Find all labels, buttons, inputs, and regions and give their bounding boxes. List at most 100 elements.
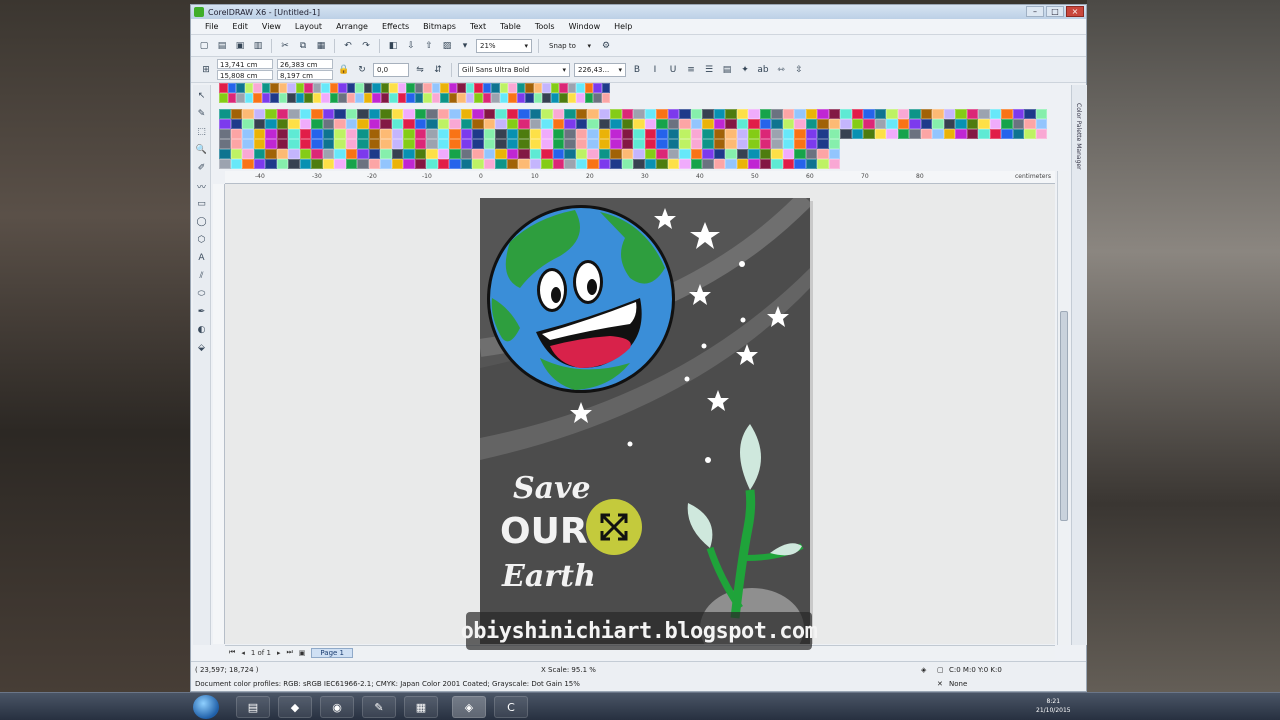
start-button[interactable] — [193, 695, 219, 719]
color-swatch[interactable] — [805, 149, 817, 159]
ellipse-tool-icon[interactable]: ◯ — [195, 215, 209, 229]
color-swatch[interactable] — [863, 109, 875, 119]
color-swatch[interactable] — [598, 109, 610, 119]
color-swatch[interactable] — [886, 129, 898, 139]
color-swatch[interactable] — [391, 139, 403, 149]
color-swatch[interactable] — [587, 109, 599, 119]
color-swatch[interactable] — [270, 83, 279, 93]
search-content-icon[interactable]: ◧ — [386, 39, 400, 53]
color-swatch[interactable] — [920, 129, 932, 139]
color-swatch[interactable] — [460, 109, 472, 119]
color-palette[interactable] — [219, 109, 1047, 139]
color-swatch[interactable] — [575, 129, 587, 139]
color-swatch[interactable] — [564, 119, 576, 129]
color-swatch[interactable] — [584, 83, 593, 93]
color-swatch[interactable] — [567, 93, 576, 103]
color-swatch[interactable] — [426, 129, 438, 139]
color-swatch[interactable] — [518, 149, 530, 159]
color-swatch[interactable] — [782, 109, 794, 119]
color-swatch[interactable] — [449, 149, 461, 159]
color-swatch[interactable] — [334, 129, 346, 139]
color-swatch[interactable] — [406, 83, 415, 93]
menu-table[interactable]: Table — [500, 22, 521, 31]
color-swatch[interactable] — [403, 109, 415, 119]
color-swatch[interactable] — [491, 83, 500, 93]
color-swatch[interactable] — [244, 93, 253, 103]
color-swatch[interactable] — [736, 129, 748, 139]
color-swatch[interactable] — [406, 93, 415, 103]
color-swatch[interactable] — [391, 159, 403, 169]
color-swatch[interactable] — [725, 149, 737, 159]
font-size-combo[interactable]: 226,43... ▾ — [574, 62, 626, 77]
color-swatch[interactable] — [782, 129, 794, 139]
color-swatch[interactable] — [828, 129, 840, 139]
color-swatch[interactable] — [805, 119, 817, 129]
copy-icon[interactable]: ⧉ — [296, 39, 310, 53]
color-swatch[interactable] — [575, 119, 587, 129]
menu-file[interactable]: File — [205, 22, 218, 31]
last-page-button[interactable]: ⏭ — [286, 648, 292, 657]
color-swatch[interactable] — [593, 83, 602, 93]
color-swatch[interactable] — [483, 129, 495, 139]
color-swatch[interactable] — [474, 93, 483, 103]
publish-pdf-icon[interactable]: ▨ — [440, 39, 454, 53]
color-swatch[interactable] — [966, 109, 978, 119]
color-swatch[interactable] — [380, 129, 392, 139]
color-swatch[interactable] — [368, 159, 380, 169]
bold-icon[interactable]: B — [630, 63, 644, 77]
color-swatch[interactable] — [311, 139, 323, 149]
color-swatch[interactable] — [782, 149, 794, 159]
outline-icon[interactable]: ✕ — [937, 680, 943, 688]
color-swatch[interactable] — [495, 149, 507, 159]
color-swatch[interactable] — [299, 149, 311, 159]
color-swatch[interactable] — [295, 83, 304, 93]
text-properties-icon[interactable]: ✦ — [738, 63, 752, 77]
color-swatch[interactable] — [495, 159, 507, 169]
color-swatch[interactable] — [345, 159, 357, 169]
color-swatch[interactable] — [449, 119, 461, 129]
color-swatch[interactable] — [414, 119, 426, 129]
color-swatch[interactable] — [828, 109, 840, 119]
color-swatch[interactable] — [529, 129, 541, 139]
color-swatch[interactable] — [295, 93, 304, 103]
color-swatch[interactable] — [541, 109, 553, 119]
color-swatch[interactable] — [426, 159, 438, 169]
color-swatch[interactable] — [227, 93, 236, 103]
color-swatch[interactable] — [457, 83, 466, 93]
color-swatch[interactable] — [508, 93, 517, 103]
color-swatch[interactable] — [276, 159, 288, 169]
color-swatch[interactable] — [423, 83, 432, 93]
horizontal-text-icon[interactable]: ⇿ — [774, 63, 788, 77]
color-swatch[interactable] — [575, 149, 587, 159]
color-swatch[interactable] — [391, 109, 403, 119]
color-swatch[interactable] — [713, 159, 725, 169]
color-swatch[interactable] — [437, 109, 449, 119]
menu-window[interactable]: Window — [569, 22, 601, 31]
color-swatch[interactable] — [472, 159, 484, 169]
color-swatch[interactable] — [253, 139, 265, 149]
color-swatch[interactable] — [587, 129, 599, 139]
color-swatch[interactable] — [759, 109, 771, 119]
color-swatch[interactable] — [506, 109, 518, 119]
color-swatch[interactable] — [483, 139, 495, 149]
text-tool-icon[interactable]: A — [195, 251, 209, 265]
color-swatch[interactable] — [667, 159, 679, 169]
color-swatch[interactable] — [610, 139, 622, 149]
color-swatch[interactable] — [690, 149, 702, 159]
color-swatch[interactable] — [311, 149, 323, 159]
previous-page-button[interactable]: ◂ — [241, 649, 245, 657]
color-swatch[interactable] — [943, 129, 955, 139]
color-swatch[interactable] — [483, 109, 495, 119]
color-swatch[interactable] — [667, 129, 679, 139]
color-swatch[interactable] — [322, 149, 334, 159]
color-swatch[interactable] — [265, 159, 277, 169]
color-swatch[interactable] — [656, 109, 668, 119]
vertical-text-icon[interactable]: ⇳ — [792, 63, 806, 77]
color-swatch[interactable] — [978, 109, 990, 119]
menu-bitmaps[interactable]: Bitmaps — [423, 22, 456, 31]
color-swatch[interactable] — [288, 129, 300, 139]
new-document-icon[interactable]: ▢ — [197, 39, 211, 53]
color-swatch[interactable] — [431, 83, 440, 93]
color-swatch[interactable] — [448, 83, 457, 93]
color-swatch[interactable] — [380, 109, 392, 119]
